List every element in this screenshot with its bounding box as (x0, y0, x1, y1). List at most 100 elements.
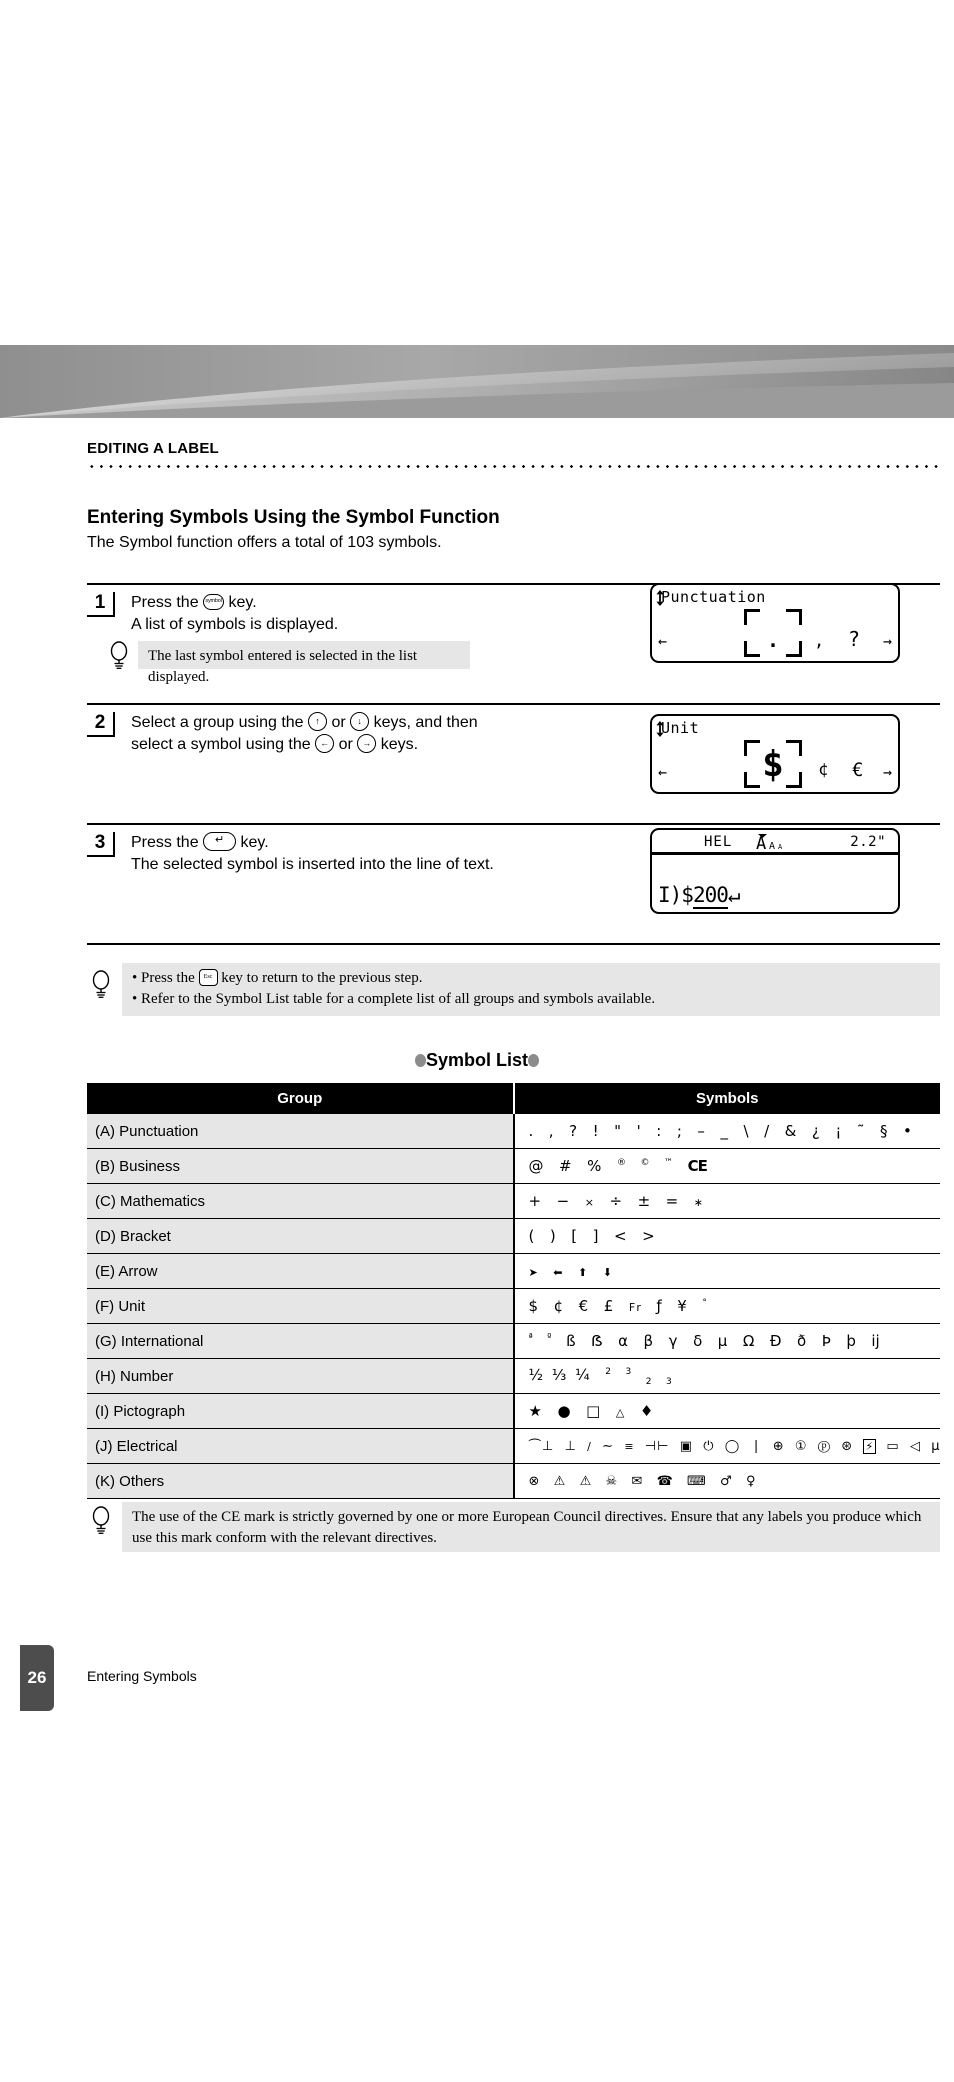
lcd-2-title: Unit (661, 719, 700, 737)
symbols-mathematics: + − × ÷ ± = ∗ (513, 1183, 940, 1219)
section-header: EDITING A LABEL (87, 440, 219, 457)
lcd-3-status-bar: HEL A A A 2.2" (652, 830, 898, 855)
table-row: (H) Number ½ ⅓ ¼ 2 3 2 3 (87, 1358, 940, 1394)
symbols-pictograph: ★ ● □ △ ♦ (513, 1393, 940, 1429)
page-title: Entering Symbols Using the Symbol Functi… (87, 507, 500, 528)
step-3: 3 Press the ↵ key. The selected symbol i… (87, 832, 647, 876)
group-name-business: (B) Business (87, 1148, 515, 1184)
step-2: 2 Select a group using the ↑ or ↓ keys, … (87, 712, 647, 756)
column-header-symbols: Symbols (513, 1083, 940, 1114)
ce-mark-note: The use of the CE mark is strictly gover… (122, 1502, 940, 1552)
lcd-3-label-length: 2.2" (850, 834, 886, 850)
tip-bullet-1-post: key to return to the previous step. (221, 970, 423, 986)
step-1-line1-post: key. (228, 594, 257, 611)
group-name-arrow: (E) Arrow (87, 1253, 515, 1289)
lcd-1-title: Punctuation (661, 588, 766, 606)
symbol-list-table: Group Symbols (A) Punctuation . , ? ! " … (87, 1083, 940, 1499)
symbol-list-title-text: Symbol List (425, 1050, 528, 1070)
group-name-mathematics: (C) Mathematics (87, 1183, 515, 1219)
lcd-display-3: HEL A A A 2.2" І)$200↵ (650, 828, 900, 914)
rule-above-step-2 (87, 703, 940, 705)
lcd-2-symbol-cent: ¢ (818, 760, 829, 780)
group-name-electrical: (J) Electrical (87, 1428, 515, 1464)
lcd-1-right-arrow-icon: → (882, 632, 892, 650)
dotted-divider (87, 464, 940, 469)
symbols-arrow: ➤ ⬅ ⬆ ⬇ (513, 1253, 940, 1289)
page-number-tab: 26 (20, 1645, 54, 1711)
symbols-business: @ # % ® © ™ CΕ (513, 1148, 940, 1184)
step-1-number: 1 (87, 592, 115, 617)
bullet-dot-left-icon (414, 1053, 426, 1067)
lightbulb-icon (110, 641, 128, 669)
step-1-line1-pre: Press the (131, 594, 199, 611)
rule-above-step-3 (87, 823, 940, 825)
font-size-icon: A A A (756, 834, 783, 852)
table-row: (E) Arrow ➤ ⬅ ⬆ ⬇ (87, 1253, 940, 1289)
step-2-or-1: or (331, 714, 346, 731)
table-row: (B) Business @ # % ® © ™ CΕ (87, 1148, 940, 1184)
lcd-2-symbol-euro: € (852, 759, 864, 781)
esc-key-icon: Esc (198, 969, 218, 987)
step-1-line2: A list of symbols is displayed. (131, 616, 339, 633)
symbols-electrical: ⏜⊥ ⊥ ∕ ∼ ≡ ⊣⊢ ▣ ⏻ ◯ ❘ ⊕ ① ⓟ ⊛ ⚡ ▭ ◁ µ Ω (513, 1428, 940, 1464)
step-3-line1-post: key. (240, 834, 269, 851)
table-row: (D) Bracket ( ) [ ] < > (87, 1218, 940, 1254)
step-2-text: Select a group using the ↑ or ↓ keys, an… (131, 712, 647, 756)
tip-bullet-1-pre: Press the (141, 970, 195, 986)
step-3-number: 3 (87, 832, 115, 857)
tip-bullet-2: • Refer to the Symbol List table for a c… (132, 991, 656, 1007)
enter-key-icon: ↵ (203, 832, 237, 852)
symbols-number: ½ ⅓ ¼ 2 3 2 3 (513, 1358, 940, 1394)
step-2-or-2: or (338, 736, 353, 753)
lcd-display-2: Unit ← → $ ¢ € (650, 714, 900, 794)
table-header-row: Group Symbols (87, 1083, 940, 1114)
table-row: (G) International ª º ß ẞ α β γ δ µ Ω Ð … (87, 1323, 940, 1359)
step-2-line1-post: keys, and then (373, 714, 478, 731)
step-3-text: Press the ↵ key. The selected symbol is … (131, 832, 647, 876)
lcd-display-1: Punctuation ← → . , ? (650, 583, 900, 663)
group-name-pictograph: (I) Pictograph (87, 1393, 515, 1429)
lcd-1-symbol-question: ? (848, 627, 861, 651)
down-arrow-key-icon: ↓ (350, 712, 370, 732)
table-row: (A) Punctuation . , ? ! " ' : ; – _ \ / … (87, 1113, 940, 1149)
step-2-line1-pre: Select a group using the (131, 714, 304, 731)
lcd-3-font-name: HEL (704, 834, 733, 850)
page-subtitle: The Symbol function offers a total of 10… (87, 534, 442, 551)
group-name-unit: (F) Unit (87, 1288, 515, 1324)
lcd-3-line-number: І) (658, 883, 682, 907)
lcd-1-selection-box: . (744, 609, 802, 657)
group-name-others: (K) Others (87, 1463, 515, 1499)
tip-box-bullets: • Press the Esc key to return to the pre… (122, 963, 940, 1016)
svg-text:A: A (769, 841, 775, 852)
lcd-1-selected-symbol: . (766, 628, 780, 652)
table-row: (F) Unit $ ¢ € £ Fr ƒ ¥ ° (87, 1288, 940, 1324)
step-2-number: 2 (87, 712, 115, 737)
symbol-list-heading: Symbol List (0, 1050, 954, 1071)
tip-bullet-2-text: Refer to the Symbol List table for a com… (141, 991, 656, 1007)
symbols-international: ª º ß ẞ α β γ δ µ Ω Ð ð Þ þ ĳ (513, 1323, 940, 1359)
step-2-line2-post: keys. (380, 736, 419, 753)
right-arrow-key-icon: → (357, 734, 377, 754)
lcd-2-selected-symbol: $ (762, 743, 784, 785)
step-1: 1 Press the symbol key. A list of symbol… (87, 592, 647, 636)
lcd-1-symbol-comma: , (814, 631, 825, 651)
group-name-international: (G) International (87, 1323, 515, 1359)
left-arrow-key-icon: ← (315, 734, 335, 754)
symbols-unit: $ ¢ € £ Fr ƒ ¥ ° (513, 1288, 940, 1324)
symbol-key-icon: symbol (203, 593, 225, 610)
lcd-3-body-text: І)$200↵ (658, 883, 741, 909)
rule-above-tip-box (87, 943, 940, 945)
lcd-2-left-arrow-icon: ← (658, 763, 668, 781)
lcd-3-return-mark: ↵ (727, 883, 741, 907)
step-3-line2: The selected symbol is inserted into the… (131, 856, 494, 873)
lcd-2-selection-box: $ (744, 740, 802, 788)
lightbulb-icon (92, 1506, 110, 1534)
step-3-line1-pre: Press the (131, 834, 199, 851)
column-header-group: Group (87, 1083, 515, 1114)
step-1-tip: The last symbol entered is selected in t… (138, 641, 470, 685)
symbols-bracket: ( ) [ ] < > (513, 1218, 940, 1254)
table-row: (C) Mathematics + − × ÷ ± = ∗ (87, 1183, 940, 1219)
table-row: (K) Others ⊗ ⚠ ⚠ ☠ ✉ ☎ ⌨ ♂ ♀ (87, 1463, 940, 1499)
tip-bullet-1: • Press the Esc key to return to the pre… (132, 969, 423, 987)
table-row: (J) Electrical ⏜⊥ ⊥ ∕ ∼ ≡ ⊣⊢ ▣ ⏻ ◯ ❘ ⊕ ①… (87, 1428, 940, 1464)
